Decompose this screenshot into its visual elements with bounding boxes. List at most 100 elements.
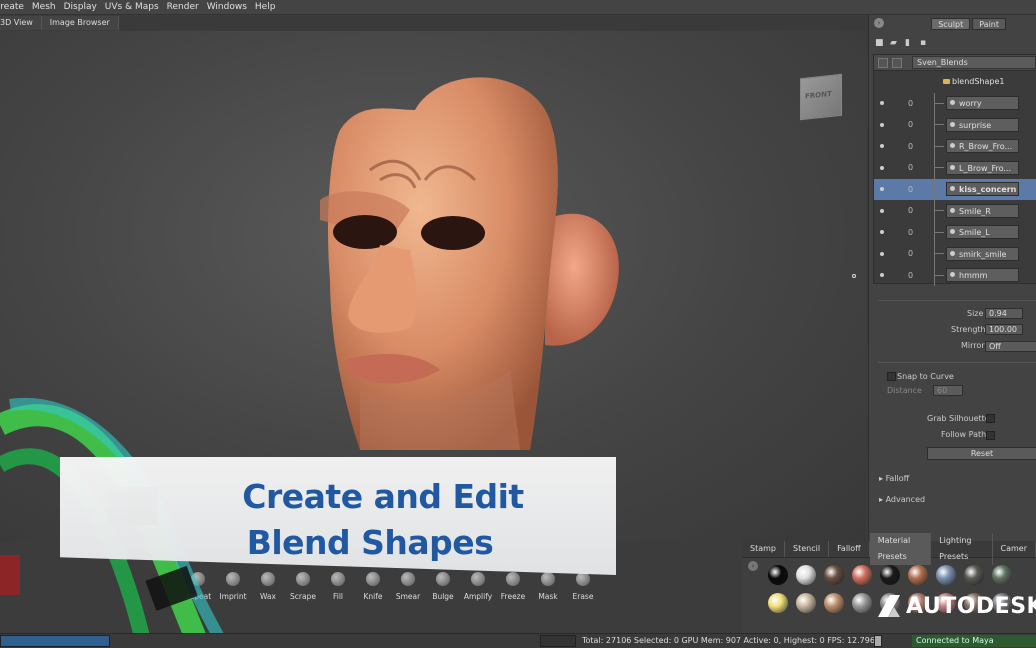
material-preset[interactable] (824, 565, 844, 585)
material-preset[interactable] (796, 565, 816, 585)
delete-icon[interactable]: ▮ (905, 38, 915, 48)
layer-weight[interactable]: 0 (908, 99, 913, 108)
eye-icon[interactable] (880, 101, 884, 106)
layer-name[interactable]: L_Brow_Fro... (946, 160, 1019, 175)
menu-render[interactable]: Render (167, 2, 207, 12)
distance-field[interactable]: 60 (933, 385, 963, 396)
layer-row[interactable]: 0 surprise (874, 114, 1036, 136)
layer-name[interactable]: surprise (946, 117, 1019, 132)
material-preset[interactable] (880, 565, 900, 585)
snap-to-curve-checkbox[interactable] (887, 372, 896, 381)
eye-icon[interactable] (880, 144, 884, 149)
strength-field[interactable]: 100.00 (985, 324, 1023, 335)
menu-mesh[interactable]: Mesh (32, 2, 64, 12)
tab-paint[interactable]: Paint (972, 18, 1006, 30)
layer-row[interactable]: 0 worry (874, 92, 1036, 114)
smear-tool-icon (401, 572, 415, 586)
layer-row[interactable]: 0 R_Brow_Fro... (874, 135, 1036, 157)
tool-knife[interactable]: Knife (355, 572, 391, 601)
tool-erase[interactable]: Erase (565, 572, 601, 601)
material-preset[interactable] (852, 565, 872, 585)
layer-name[interactable]: hmmm (946, 268, 1019, 283)
collapse-icon[interactable]: › (874, 18, 884, 28)
layer-row[interactable]: 0 Smile_R (874, 200, 1036, 222)
new-layer-icon[interactable]: ■ (875, 38, 885, 48)
eye-icon[interactable] (880, 208, 884, 213)
layer-row[interactable]: 0 smirk_smile (874, 243, 1036, 265)
options-icon[interactable]: ▪ (920, 38, 930, 48)
tool-mask[interactable]: Mask (530, 572, 566, 601)
tool-bulge[interactable]: Bulge (425, 572, 461, 601)
layer-weight[interactable]: 0 (908, 206, 913, 215)
material-preset[interactable] (852, 593, 872, 613)
reset-button[interactable]: Reset (927, 447, 1036, 460)
layer-row[interactable]: 0 L_Brow_Fro... (874, 157, 1036, 179)
layer-name[interactable]: smirk_smile (946, 246, 1019, 261)
layer-row[interactable]: 0 kiss_concern (874, 178, 1036, 200)
layer-name[interactable]: Smile_R (946, 203, 1019, 218)
layer-name[interactable]: kiss_concern (946, 182, 1019, 197)
sculpted-head-model[interactable] (300, 70, 640, 490)
layer-name[interactable]: R_Brow_Fro... (946, 139, 1019, 154)
material-preset[interactable] (908, 565, 928, 585)
menu-help[interactable]: Help (255, 2, 284, 12)
material-preset[interactable] (936, 565, 956, 585)
tool-scrape[interactable]: Scrape (285, 572, 321, 601)
eye-icon[interactable] (880, 273, 884, 278)
menu-create[interactable]: Create (0, 2, 32, 12)
material-preset[interactable] (768, 565, 788, 585)
tab-3d-view[interactable]: 3D View (0, 16, 42, 30)
grab-silhouette-checkbox[interactable] (986, 414, 995, 423)
advanced-section[interactable]: ▸ Advanced (879, 495, 925, 504)
layer-name[interactable]: Smile_L (946, 225, 1019, 240)
menu-windows[interactable]: Windows (207, 2, 255, 12)
layer-row[interactable]: 0 hmmm (874, 264, 1036, 286)
eye-icon[interactable] (880, 187, 884, 192)
tab-image-browser[interactable]: Image Browser (41, 16, 119, 30)
lock-icon[interactable] (892, 57, 902, 68)
material-preset[interactable] (992, 565, 1012, 585)
eye-icon[interactable] (880, 122, 884, 127)
layer-weight[interactable]: 0 (908, 120, 913, 129)
follow-path-checkbox[interactable] (986, 431, 995, 440)
layer-group-row[interactable]: blendShape1 (874, 71, 1036, 93)
layer-weight[interactable]: 0 (908, 249, 913, 258)
folder-icon[interactable]: ▰ (890, 38, 900, 48)
visibility-icon[interactable] (878, 57, 888, 68)
tab-lighting-presets[interactable]: Lighting Presets (931, 533, 993, 565)
layer-name[interactable]: worry (946, 96, 1019, 111)
eye-icon[interactable] (880, 251, 884, 256)
layer-row[interactable]: 0 Smile_L (874, 221, 1036, 243)
menu-display[interactable]: Display (64, 2, 105, 12)
tool-fill[interactable]: Fill (320, 572, 356, 601)
tool-wax[interactable]: Wax (250, 572, 286, 601)
tray-options-icon[interactable]: › (748, 561, 758, 571)
material-preset[interactable] (824, 593, 844, 613)
material-preset[interactable] (796, 593, 816, 613)
eye-icon[interactable] (880, 230, 884, 235)
tool-smear[interactable]: Smear (390, 572, 426, 601)
material-preset[interactable] (964, 565, 984, 585)
tool-amplify[interactable]: Amplify (460, 572, 496, 601)
layer-weight[interactable]: 0 (908, 185, 913, 194)
tab-falloff[interactable]: Falloff (829, 541, 870, 557)
layer-weight[interactable]: 0 (908, 163, 913, 172)
menu-uvs-maps[interactable]: UVs & Maps (105, 2, 167, 12)
tool-freeze[interactable]: Freeze (495, 572, 531, 601)
tab-stamp[interactable]: Stamp (742, 541, 785, 557)
layer-weight[interactable]: 0 (908, 228, 913, 237)
falloff-section[interactable]: ▸ Falloff (879, 474, 909, 483)
mirror-label: Mirror (961, 341, 985, 350)
tab-sculpt[interactable]: Sculpt (931, 18, 971, 30)
tab-stencil[interactable]: Stencil (785, 541, 830, 557)
tab-material-presets[interactable]: Material Presets (869, 533, 932, 565)
eye-icon[interactable] (880, 165, 884, 170)
mirror-select[interactable]: Off (985, 341, 1036, 352)
layer-root-name[interactable]: Sven_Blends (912, 56, 1036, 69)
size-field[interactable]: 0.94 (985, 308, 1023, 319)
material-preset[interactable] (768, 593, 788, 613)
view-cube[interactable]: FRONT (800, 73, 842, 121)
tab-camera[interactable]: Camer (993, 541, 1036, 557)
layer-weight[interactable]: 0 (908, 142, 913, 151)
layer-weight[interactable]: 0 (908, 271, 913, 280)
